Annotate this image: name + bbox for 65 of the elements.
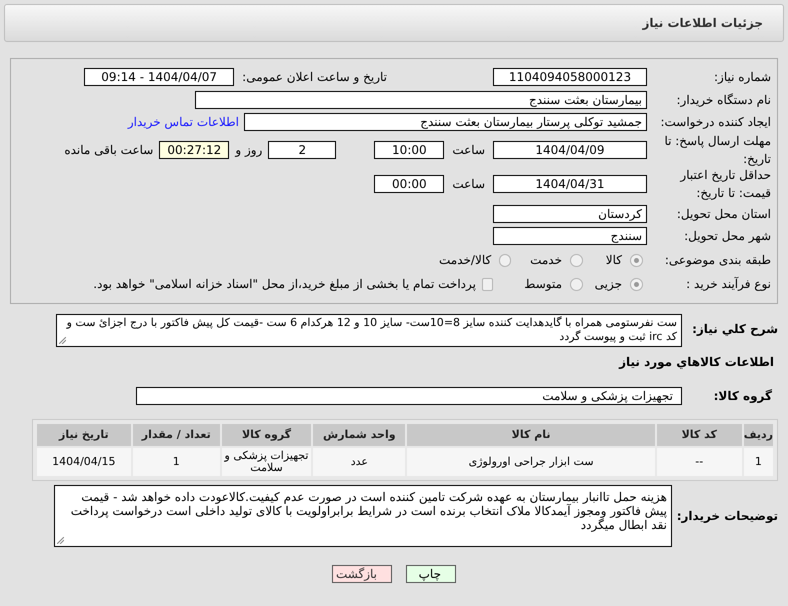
column-header: نام کالا	[407, 424, 655, 446]
time-field[interactable]: 10:00	[374, 141, 444, 159]
remaining-time-field: 00:27:12	[159, 141, 230, 159]
need-number-field[interactable]: 1104094058000123	[493, 68, 647, 86]
radio-button[interactable]	[570, 254, 583, 266]
column-header: گروه کالا	[222, 424, 312, 446]
field-label: نام دستگاه خریدار:	[676, 93, 771, 107]
table-cell: --	[656, 448, 742, 476]
column-header: کد کالا	[656, 424, 742, 446]
checkbox-label: پرداخت تمام یا بخشی از مبلغ خرید،از محل "اسناد خزانه اسلامی" خواهد بود.	[93, 276, 476, 293]
field-label: توضیحات خریدار:	[676, 509, 778, 523]
column-header: واحد شمارش	[313, 424, 406, 446]
goods-group-field[interactable]: تجهیزات پزشکی و سلامت	[136, 387, 682, 405]
days-field[interactable]: 2	[268, 141, 336, 159]
field-label: شرح کلي نياز:	[692, 322, 778, 336]
table-cell: 1	[744, 448, 773, 476]
days-label: روز و	[235, 142, 262, 159]
column-header: تاریخ نیاز	[37, 424, 131, 446]
table-cell: 1404/04/15	[37, 448, 131, 476]
print-button[interactable]: چاپ	[406, 565, 456, 583]
resize-grip-icon	[57, 537, 64, 544]
buyer-org-field[interactable]: بیمارستان بعثت سنندج	[195, 91, 647, 109]
date-field[interactable]: 1404/04/31	[493, 175, 647, 193]
table-cell: عدد	[313, 448, 406, 476]
field-label: تاریخ و ساعت اعلان عمومی:	[242, 69, 387, 86]
radio-button[interactable]	[630, 278, 643, 290]
radio-label: کالا/خدمت	[439, 252, 492, 269]
field-label: استان محل تحویل:	[676, 207, 771, 221]
province-field[interactable]: کردستان	[493, 205, 647, 223]
checkbox[interactable]	[482, 278, 493, 290]
resize-grip-icon	[59, 337, 66, 344]
field-label: ایجاد کننده درخواست:	[660, 115, 771, 129]
remaining-label: ساعت باقی مانده	[64, 142, 154, 159]
buyer-notes-field[interactable]: هزینه حمل تاانبار بیمارستان به عهده شرکت تامین کننده است در صورت عدم کیفیت.کالاعودت داده خواهد شد - قیمت پیش فاکتور ومجوز آیمدکالا ملاک انتخاب برنده است در شرایط برابراولویت با کالای تولید داخلی است درخواست پرداخت نقد ابطال میگردد	[54, 485, 672, 547]
time-label: ساعت	[452, 176, 485, 193]
column-header: تعداد / مقدار	[132, 424, 220, 446]
field-label: حداقل تاریخ اعتبار قیمت: تا تاریخ:	[680, 168, 771, 200]
date-field[interactable]: 1404/04/09	[493, 141, 647, 159]
contact-link[interactable]: اطلاعات تماس خریدار	[128, 113, 239, 131]
radio-button[interactable]	[499, 254, 511, 266]
column-header: ردیف	[744, 424, 773, 446]
radio-label: کالا	[606, 252, 622, 269]
table-cell: 1	[132, 448, 220, 476]
field-label: شماره نیاز:	[714, 70, 771, 84]
field-label: گروه کالا:	[714, 389, 772, 403]
radio-label: جزیی	[594, 276, 622, 293]
radio-button[interactable]	[570, 278, 583, 290]
back-button[interactable]: بازگشت	[332, 565, 392, 583]
field-label: مهلت ارسال پاسخ: تا تاریخ:	[664, 134, 771, 166]
radio-label: متوسط	[524, 276, 562, 293]
radio-label: خدمت	[530, 252, 562, 269]
time-field[interactable]: 00:00	[374, 175, 444, 193]
description-field[interactable]: ست نفرستومی همراه با گایدهدایت کننده سایز 8=10ست- سایز 10 و 12 هرکدام 6 ست -قیمت کل پیش فاکتور با درج اجزائ ست و کد irc ثبت و پیوست گردد	[56, 314, 682, 347]
announce-date-field[interactable]: 1404/04/07 - 09:14	[84, 68, 234, 86]
section-title: اطلاعات کالاهاي مورد نياز	[619, 355, 774, 369]
time-label: ساعت	[452, 142, 485, 159]
table-cell: تجهیزات پزشکی و سلامت	[222, 448, 312, 476]
page-title: جزئیات اطلاعات نیاز	[642, 15, 763, 32]
field-label: شهر محل تحویل:	[684, 229, 771, 243]
field-label: نوع فرآیند خرید :	[686, 277, 771, 291]
field-label: طبقه بندی موضوعی:	[664, 253, 771, 267]
radio-button[interactable]	[630, 254, 643, 266]
requester-field[interactable]: جمشید توکلی پرستار بیمارستان بعثت سنندج	[244, 113, 647, 131]
table-cell: ست ابزار جراحی اورولوژی	[407, 448, 655, 476]
city-field[interactable]: سنندج	[493, 227, 647, 245]
